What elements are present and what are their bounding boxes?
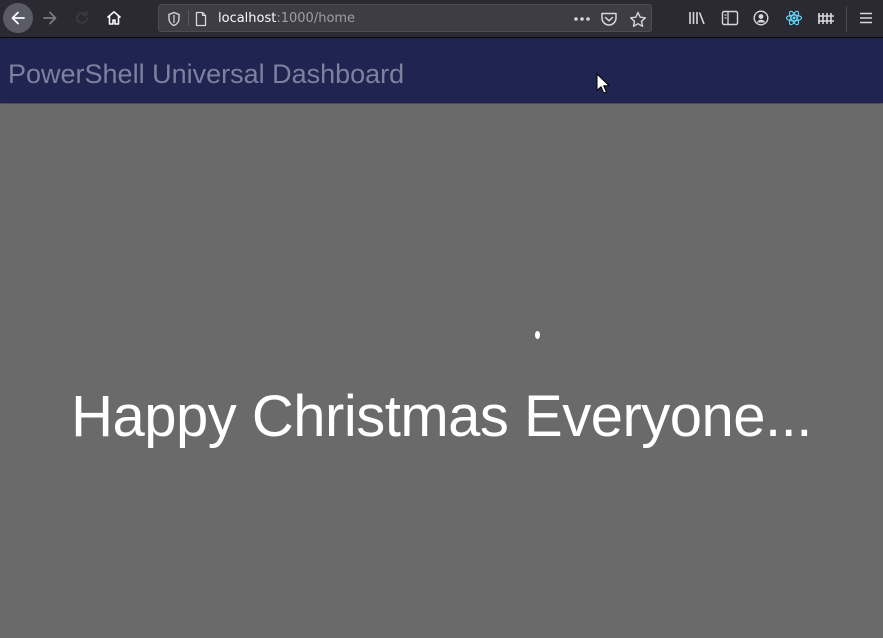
urlbar-divider [188, 10, 189, 26]
reload-icon [76, 10, 88, 24]
dashboard-content [0, 104, 883, 638]
react-devtools-icon[interactable] [785, 10, 803, 26]
menu-icon[interactable] [858, 10, 874, 26]
home-button[interactable] [99, 3, 129, 33]
extension-icon[interactable] [817, 10, 835, 26]
star-icon[interactable] [629, 11, 647, 28]
dashboard-title: PowerShell Universal Dashboard [8, 59, 405, 89]
sidebar-icon[interactable] [721, 10, 739, 26]
url-host: localhost [218, 11, 277, 26]
library-icon[interactable] [688, 10, 706, 26]
more-icon[interactable] [572, 12, 592, 26]
app-header: PowerShell Universal Dashboard [0, 38, 883, 103]
forward-button[interactable] [35, 3, 65, 33]
home-icon [106, 11, 122, 25]
pocket-icon[interactable] [600, 11, 618, 27]
forward-icon [43, 11, 57, 25]
shield-icon[interactable] [167, 11, 181, 27]
url-text[interactable]: localhost:1000/home [218, 11, 355, 27]
page-icon[interactable] [194, 11, 208, 27]
account-icon[interactable] [753, 10, 769, 26]
snowflake-dot [535, 331, 540, 339]
back-icon [11, 11, 25, 25]
url-path: :1000/home [276, 11, 356, 26]
toolbar-separator [846, 6, 847, 32]
greeting-text: Happy Christmas Everyone... [71, 384, 812, 449]
address-bar[interactable]: localhost:1000/home [158, 4, 652, 32]
back-button[interactable] [3, 3, 33, 33]
mouse-cursor-icon [596, 73, 610, 94]
reload-button[interactable] [67, 3, 97, 33]
browser-toolbar: localhost:1000/home [0, 0, 883, 38]
